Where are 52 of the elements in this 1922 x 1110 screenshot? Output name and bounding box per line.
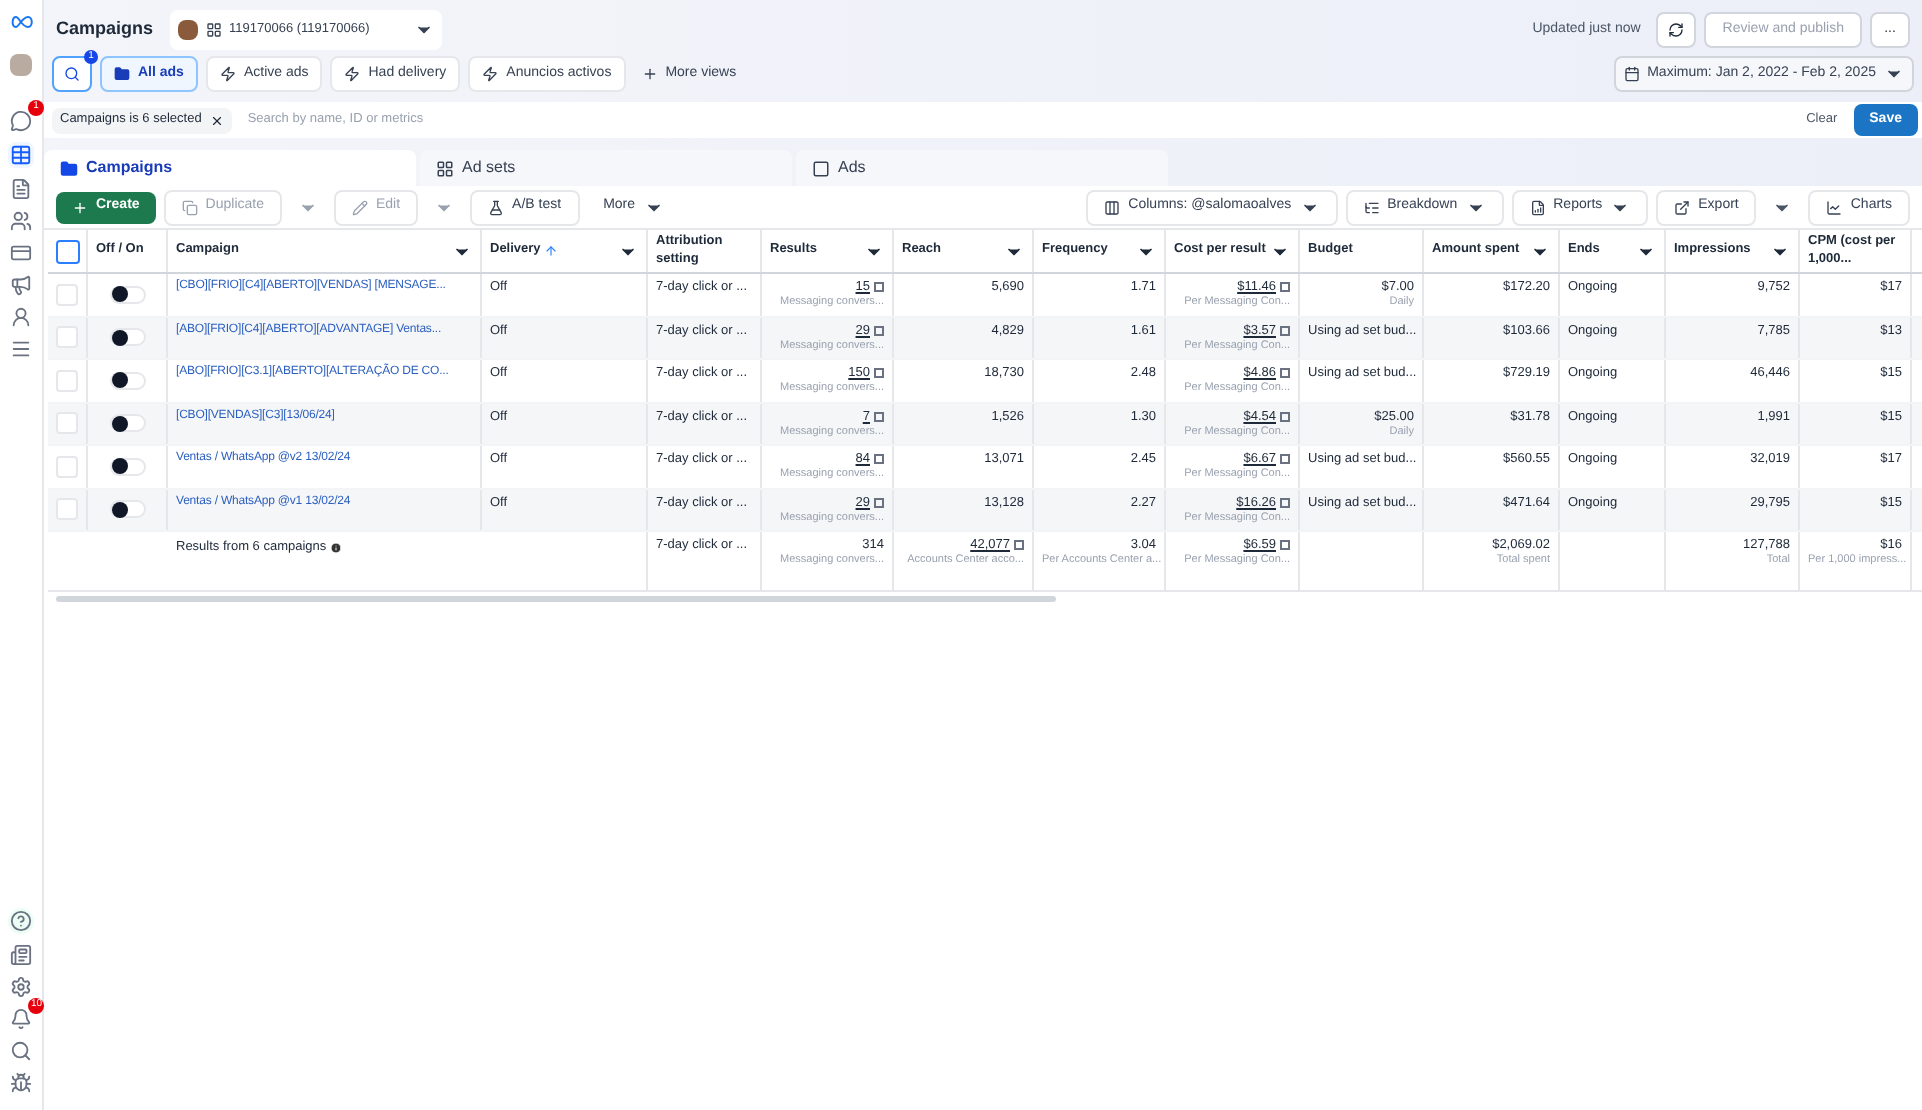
bug-icon[interactable] xyxy=(10,1072,32,1094)
avatar-placeholder xyxy=(177,20,198,40)
newspaper-icon[interactable] xyxy=(10,944,32,966)
help-icon[interactable] xyxy=(10,910,32,932)
card-icon[interactable] xyxy=(10,242,32,264)
level-tab[interactable]: Campaigns xyxy=(44,150,416,186)
page-title: Campaigns xyxy=(56,16,154,43)
toggle-switch[interactable] xyxy=(109,414,145,433)
settings-icon[interactable] xyxy=(10,976,32,998)
folder-icon xyxy=(114,66,130,82)
calendar-icon xyxy=(1623,66,1640,82)
flask-icon xyxy=(488,199,505,215)
people-icon[interactable] xyxy=(10,210,32,232)
table-icon[interactable] xyxy=(10,144,32,166)
level-tab[interactable]: Ads xyxy=(796,150,1168,186)
sort-arrow-icon xyxy=(544,244,559,258)
chat-icon[interactable] xyxy=(10,110,32,132)
checkbox[interactable] xyxy=(55,239,79,263)
toggle-switch[interactable] xyxy=(109,371,145,390)
folder-icon xyxy=(60,159,78,177)
lightning-icon xyxy=(344,66,361,82)
toggle-switch[interactable] xyxy=(109,285,145,304)
copy-icon xyxy=(181,199,198,215)
megaphone-icon[interactable] xyxy=(10,274,32,296)
toggle-switch[interactable] xyxy=(109,457,145,476)
toggle-switch[interactable] xyxy=(109,500,145,519)
lightning-icon xyxy=(482,66,499,82)
menu-icon[interactable] xyxy=(10,338,32,360)
close-icon[interactable] xyxy=(209,113,224,127)
square-icon xyxy=(812,159,830,177)
level-tab[interactable]: Ad sets xyxy=(420,150,792,186)
lightning-icon xyxy=(219,66,236,82)
plus-icon xyxy=(72,199,88,215)
chart-icon xyxy=(1826,199,1843,215)
pencil-icon xyxy=(351,199,368,215)
columns-icon xyxy=(1104,199,1121,215)
bell-icon[interactable] xyxy=(10,1008,32,1030)
toggle-switch[interactable] xyxy=(109,328,145,347)
account-icon xyxy=(205,22,222,38)
grid-icon xyxy=(436,159,454,177)
infinity-logo[interactable] xyxy=(9,16,33,28)
document-icon[interactable] xyxy=(10,178,32,200)
search-icon[interactable] xyxy=(10,1040,32,1062)
search-icon xyxy=(64,66,80,82)
person-icon[interactable] xyxy=(10,306,32,328)
report-icon xyxy=(1529,199,1546,215)
plus-icon xyxy=(641,66,658,82)
search-button[interactable] xyxy=(52,56,92,92)
refresh-icon xyxy=(1668,22,1685,38)
export-icon xyxy=(1674,199,1691,215)
refresh-button[interactable] xyxy=(1656,12,1697,48)
list-icon xyxy=(1363,199,1380,215)
